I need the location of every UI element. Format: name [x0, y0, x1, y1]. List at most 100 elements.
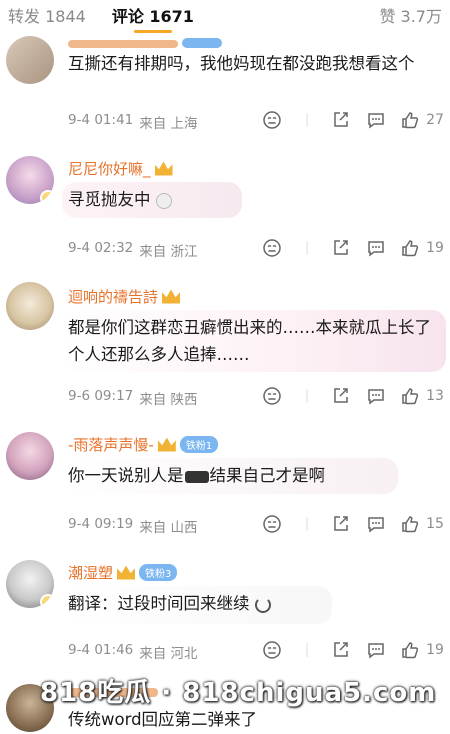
like-button[interactable]: 27 — [400, 110, 444, 130]
like-count: 13 — [426, 388, 444, 404]
crown-icon — [157, 437, 176, 452]
fan-badge — [182, 38, 222, 48]
comment-item: -雨落声声慢- 铁粉1 你一天说别人是 结果自己才是啊 9-4 09:19 来自 … — [0, 426, 450, 550]
username-row[interactable]: -雨落声声慢- 铁粉1 — [68, 434, 219, 455]
username-row[interactable]: 尼尼你好嘛_ — [68, 158, 173, 179]
comment-location: 来自 河北 — [139, 646, 198, 662]
comment-text: 互撕还有排期吗，我他妈现在都没跑我想看这个 — [68, 54, 415, 73]
emoji-icon[interactable] — [262, 514, 282, 534]
comment-item: 互撕还有排期吗，我他妈现在都没跑我想看这个 9-4 01:41 来自 上海 27 — [0, 30, 450, 148]
like-button[interactable]: 19 — [400, 238, 444, 258]
fan-badge: 铁粉1 — [179, 436, 219, 453]
comment-actions: 15 — [262, 514, 450, 534]
comment-text: 寻觅抛友中 — [68, 186, 438, 213]
share-icon[interactable] — [331, 640, 351, 660]
like-button[interactable]: 19 — [400, 640, 444, 660]
share-icon[interactable] — [331, 110, 351, 130]
avatar[interactable] — [6, 36, 54, 84]
comment-text-content: 翻译：过段时间回来继续 — [68, 594, 250, 613]
divider — [297, 238, 317, 258]
comment-actions: 13 — [262, 386, 450, 406]
comment-meta: 9-4 09:19 来自 山西 — [68, 516, 198, 536]
comment-time: 9-4 01:41 — [68, 112, 134, 128]
crown-icon — [162, 289, 181, 304]
thumb-up-icon — [400, 514, 420, 534]
like-button[interactable]: 13 — [400, 386, 444, 406]
username-row[interactable]: 迴响的禱告詩 — [68, 286, 181, 307]
share-icon[interactable] — [331, 514, 351, 534]
tab-reposts[interactable]: 转发 1844 — [8, 3, 86, 27]
divider — [297, 640, 317, 660]
comment-time: 9-4 09:19 — [68, 516, 134, 532]
comment-meta: 9-4 02:32 来自 浙江 — [68, 240, 198, 260]
crown-icon — [154, 161, 173, 176]
like-count: 19 — [426, 642, 444, 658]
comment-item: 迴响的禱告詩 都是你们这群恋丑癖惯出来的……本来就瓜上长了个人还那么多人追捧……… — [0, 276, 450, 422]
thumb-up-icon — [400, 640, 420, 660]
comment-text-content: 寻觅抛友中 — [68, 190, 151, 209]
comment-actions: 19 — [262, 238, 450, 258]
crown-icon — [117, 565, 136, 580]
comment-text: 都是你们这群恋丑癖惯出来的……本来就瓜上长了个人还那么多人追捧…… — [68, 318, 431, 364]
comment-meta: 9-6 09:17 来自 陕西 — [68, 388, 198, 408]
avatar-badge — [40, 594, 54, 608]
comment-location: 来自 上海 — [139, 116, 198, 132]
thumb-up-icon — [400, 386, 420, 406]
avatar[interactable] — [6, 432, 54, 480]
username-partial[interactable] — [68, 36, 222, 50]
divider — [297, 514, 317, 534]
username: 潮湿塑 — [68, 564, 114, 582]
car-emoji-icon — [184, 470, 209, 483]
avatar-badge — [40, 190, 54, 204]
loading-emoji-icon — [254, 596, 271, 613]
username-row[interactable]: 潮湿塑 铁粉3 — [68, 562, 178, 583]
reply-icon[interactable] — [366, 386, 386, 406]
username: 尼尼你好嘛_ — [68, 160, 151, 178]
like-count: 27 — [426, 112, 444, 128]
comment-location: 来自 浙江 — [139, 244, 198, 260]
comment-text-part: 你一天说别人是 — [68, 466, 184, 485]
avatar[interactable] — [6, 560, 54, 608]
comment-meta: 9-4 01:41 来自 上海 — [68, 112, 198, 132]
emoji-icon[interactable] — [262, 386, 282, 406]
fan-badge: 铁粉3 — [139, 564, 178, 581]
comment-location: 来自 山西 — [139, 520, 198, 536]
tab-comments[interactable]: 评论 1671 — [112, 3, 194, 33]
share-icon[interactable] — [331, 386, 351, 406]
emoji-icon[interactable] — [262, 238, 282, 258]
divider — [297, 386, 317, 406]
divider — [297, 110, 317, 130]
comment-tabs: 转发 1844 评论 1671 赞 3.7万 — [0, 0, 450, 33]
avatar[interactable] — [6, 282, 54, 330]
reply-icon[interactable] — [366, 110, 386, 130]
like-button[interactable]: 15 — [400, 514, 444, 534]
comment-location: 来自 陕西 — [139, 392, 198, 408]
like-count: 15 — [426, 516, 444, 532]
comment-item: 潮湿塑 铁粉3 翻译：过段时间回来继续 9-4 01:46 来自 河北 19 — [0, 556, 450, 674]
share-icon[interactable] — [331, 238, 351, 258]
comment-text: 翻译：过段时间回来继续 — [68, 590, 438, 617]
emoji-ball-icon — [155, 192, 172, 209]
comment-actions: 19 — [262, 640, 450, 660]
comment-actions: 27 — [262, 110, 450, 130]
reply-icon[interactable] — [366, 640, 386, 660]
comment-text-part: 结果自己才是啊 — [209, 466, 326, 485]
site-watermark: 818吃瓜 · 818chigua5.com — [40, 678, 437, 708]
cropped-username — [68, 40, 178, 48]
username: 迴响的禱告詩 — [68, 288, 159, 306]
comment-time: 9-4 01:46 — [68, 642, 134, 658]
avatar[interactable] — [6, 156, 54, 204]
comment-meta: 9-4 01:46 来自 河北 — [68, 642, 198, 662]
username: -雨落声声慢- — [68, 436, 154, 454]
emoji-icon[interactable] — [262, 640, 282, 660]
thumb-up-icon — [400, 238, 420, 258]
thumb-up-icon — [400, 110, 420, 130]
emoji-icon[interactable] — [262, 110, 282, 130]
like-count: 19 — [426, 240, 444, 256]
reply-icon[interactable] — [366, 514, 386, 534]
comment-text: 你一天说别人是 结果自己才是啊 — [68, 462, 438, 489]
tab-likes[interactable]: 赞 3.7万 — [379, 3, 442, 27]
comment-time: 9-4 02:32 — [68, 240, 134, 256]
reply-icon[interactable] — [366, 238, 386, 258]
comment-time: 9-6 09:17 — [68, 388, 134, 404]
